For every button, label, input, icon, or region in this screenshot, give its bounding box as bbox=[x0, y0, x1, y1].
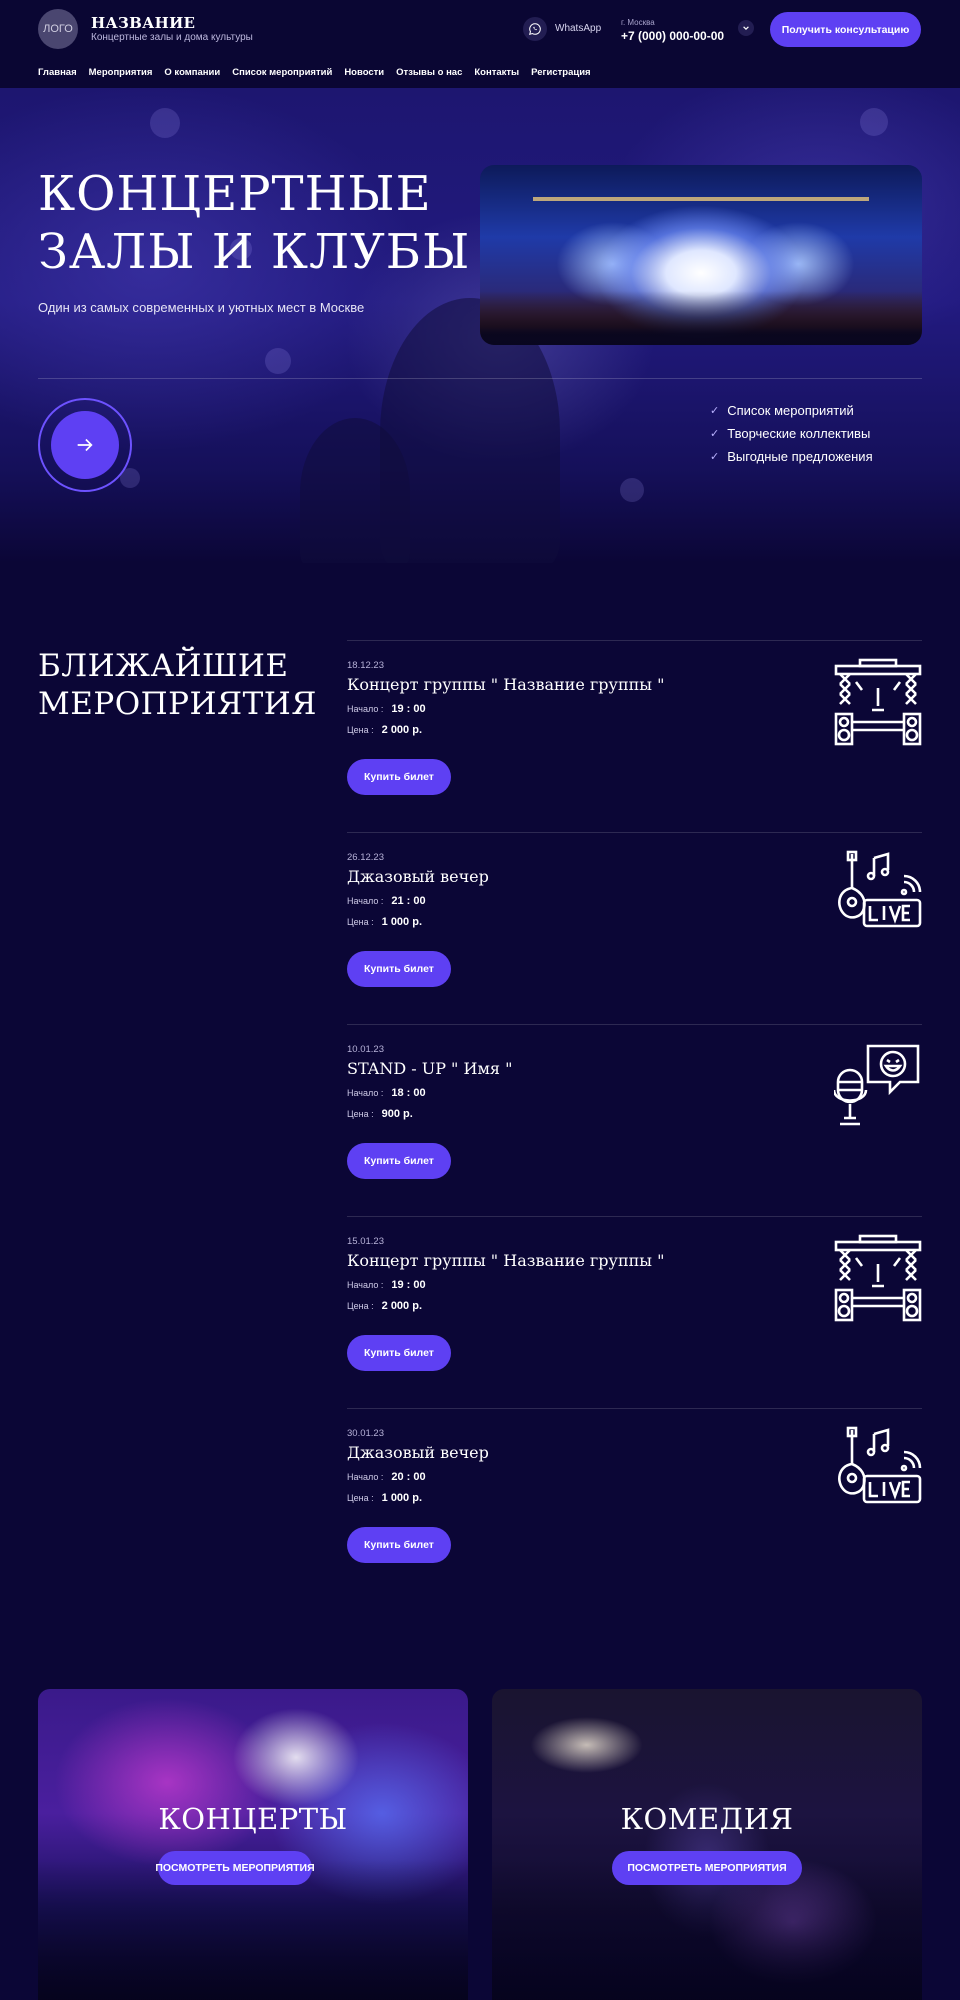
nav-item-about[interactable]: О компании bbox=[164, 67, 220, 78]
main-nav: Главная Мероприятия О компании Список ме… bbox=[38, 67, 591, 78]
bokeh-light bbox=[265, 348, 291, 374]
arrow-right-icon[interactable] bbox=[51, 411, 119, 479]
concert-stage-image bbox=[480, 165, 922, 345]
event-date: 15.01.23 bbox=[347, 1236, 384, 1247]
buy-ticket-button[interactable]: Купить билет bbox=[347, 951, 451, 987]
brand-subtitle: Концертные залы и дома культуры bbox=[91, 32, 253, 43]
buy-ticket-button[interactable]: Купить билет bbox=[347, 759, 451, 795]
events-title: БЛИЖАЙШИЕ МЕРОПРИЯТИЯ bbox=[38, 648, 317, 722]
category-title: КОМЕДИЯ bbox=[620, 1802, 794, 1836]
guitar-live-icon bbox=[838, 1426, 922, 1504]
brand-title: НАЗВАНИЕ bbox=[91, 14, 196, 32]
divider bbox=[347, 1024, 922, 1025]
event-price: Цена :2 000 р. bbox=[347, 1300, 422, 1312]
divider bbox=[347, 640, 922, 641]
nav-item-news[interactable]: Новости bbox=[344, 67, 384, 78]
check-icon: ✓ bbox=[710, 405, 720, 417]
event-date: 10.01.23 bbox=[347, 1044, 384, 1055]
category-card-comedy[interactable]: КОМЕДИЯ ПОСМОТРЕТЬ МЕРОПРИЯТИЯ bbox=[492, 1689, 922, 2000]
nav-item-contacts[interactable]: Контакты bbox=[474, 67, 519, 78]
site-header: ЛОГО НАЗВАНИЕ Концертные залы и дома кул… bbox=[0, 0, 960, 88]
event-card: 18.12.23 Концерт группы " Название групп… bbox=[347, 640, 922, 832]
hero-title: КОНЦЕРТНЫЕ ЗАЛЫ И КЛУБЫ bbox=[38, 166, 471, 280]
whatsapp-icon[interactable] bbox=[523, 17, 547, 41]
event-name: STAND - UP " Имя " bbox=[347, 1059, 513, 1078]
event-start: Начало :19 : 00 bbox=[347, 1279, 426, 1291]
buy-ticket-button[interactable]: Купить билет bbox=[347, 1527, 451, 1563]
category-card-concerts[interactable]: КОНЦЕРТЫ ПОСМОТРЕТЬ МЕРОПРИЯТИЯ bbox=[38, 1689, 468, 2000]
event-card: 26.12.23 Джазовый вечер Начало :21 : 00 … bbox=[347, 832, 922, 1024]
event-name: Концерт группы " Название группы " bbox=[347, 1251, 665, 1270]
event-card: 30.01.23 Джазовый вечер Начало :20 : 00 … bbox=[347, 1408, 922, 1600]
hero-section: КОНЦЕРТНЫЕ ЗАЛЫ И КЛУБЫ Один из самых со… bbox=[0, 88, 960, 563]
whatsapp-link[interactable]: WhatsApp bbox=[555, 23, 601, 34]
event-card: 15.01.23 Концерт группы " Название групп… bbox=[347, 1216, 922, 1408]
city-label: г. Москва bbox=[621, 18, 655, 27]
view-events-button[interactable]: ПОСМОТРЕТЬ МЕРОПРИЯТИЯ bbox=[612, 1851, 802, 1885]
feature-item: ✓ Творческие коллективы bbox=[710, 426, 871, 441]
divider bbox=[38, 378, 922, 379]
buy-ticket-button[interactable]: Купить билет bbox=[347, 1143, 451, 1179]
feature-item: ✓ Выгодные предложения bbox=[710, 449, 873, 464]
event-name: Джазовый вечер bbox=[347, 1443, 489, 1462]
bokeh-light bbox=[150, 108, 180, 138]
hero-subtitle: Один из самых современных и уютных мест … bbox=[38, 300, 365, 315]
feature-item: ✓ Список мероприятий bbox=[710, 403, 854, 418]
check-icon: ✓ bbox=[710, 451, 720, 463]
buy-ticket-button[interactable]: Купить билет bbox=[347, 1335, 451, 1371]
guitar-live-icon bbox=[838, 850, 922, 928]
divider bbox=[347, 1408, 922, 1409]
event-price: Цена :2 000 р. bbox=[347, 724, 422, 736]
nav-item-reviews[interactable]: Отзывы о нас bbox=[396, 67, 462, 78]
stage-icon bbox=[834, 658, 922, 746]
bokeh-light bbox=[860, 108, 888, 136]
check-icon: ✓ bbox=[710, 428, 720, 440]
divider bbox=[347, 832, 922, 833]
event-price: Цена :1 000 р. bbox=[347, 916, 422, 928]
hero-features: ✓ Список мероприятий ✓ Творческие коллек… bbox=[710, 399, 873, 468]
event-start: Начало :18 : 00 bbox=[347, 1087, 426, 1099]
divider bbox=[347, 1216, 922, 1217]
hero-arrow-button[interactable] bbox=[38, 398, 132, 492]
event-start: Начало :21 : 00 bbox=[347, 895, 426, 907]
nav-item-events[interactable]: Мероприятия bbox=[89, 67, 153, 78]
event-date: 26.12.23 bbox=[347, 852, 384, 863]
bokeh-light bbox=[620, 478, 644, 502]
nav-item-event-list[interactable]: Список мероприятий bbox=[232, 67, 332, 78]
event-price: Цена :900 р. bbox=[347, 1108, 413, 1120]
category-title: КОНЦЕРТЫ bbox=[158, 1802, 348, 1836]
nav-item-registration[interactable]: Регистрация bbox=[531, 67, 590, 78]
stage-icon bbox=[834, 1234, 922, 1322]
nav-item-home[interactable]: Главная bbox=[38, 67, 77, 78]
event-name: Концерт группы " Название группы " bbox=[347, 675, 665, 694]
view-events-button[interactable]: ПОСМОТРЕТЬ МЕРОПРИЯТИЯ bbox=[155, 1851, 315, 1885]
event-card: 10.01.23 STAND - UP " Имя " Начало :18 :… bbox=[347, 1024, 922, 1216]
event-name: Джазовый вечер bbox=[347, 867, 489, 886]
consultation-button[interactable]: Получить консультацию bbox=[770, 12, 921, 47]
chevron-down-icon[interactable] bbox=[738, 20, 754, 36]
event-price: Цена :1 000 р. bbox=[347, 1492, 422, 1504]
event-start: Начало :19 : 00 bbox=[347, 703, 426, 715]
logo[interactable]: ЛОГО bbox=[38, 9, 78, 49]
event-date: 18.12.23 bbox=[347, 660, 384, 671]
phone-link[interactable]: +7 (000) 000-00-00 bbox=[621, 29, 724, 43]
crowd-silhouette bbox=[300, 418, 410, 563]
microphone-comedy-icon bbox=[834, 1044, 920, 1126]
event-date: 30.01.23 bbox=[347, 1428, 384, 1439]
event-start: Начало :20 : 00 bbox=[347, 1471, 426, 1483]
